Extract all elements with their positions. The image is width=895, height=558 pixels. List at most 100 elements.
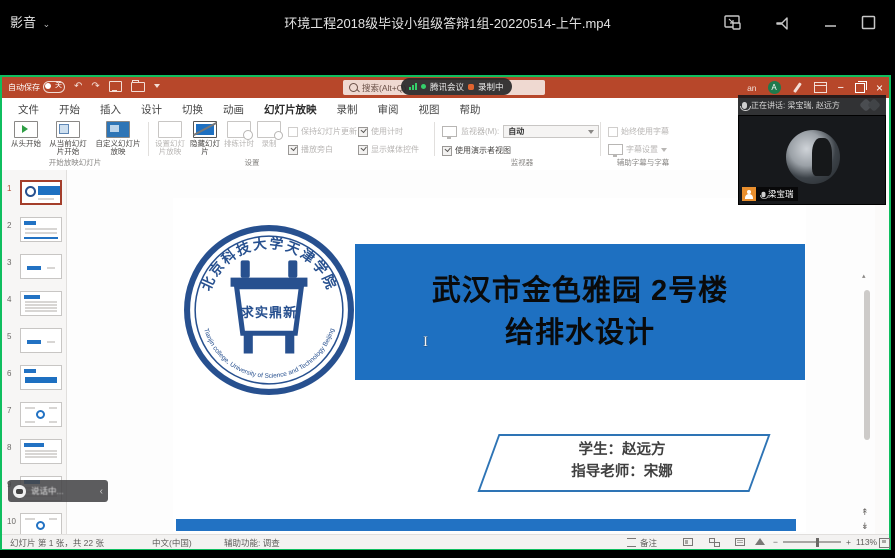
reading-view-button[interactable] [735,538,745,546]
zoom-in-button[interactable]: + [846,537,851,547]
slide-canvas[interactable]: 北京科技大学天津学院 Tianjin college, University o… [67,170,875,534]
fit-to-window-button[interactable] [879,538,890,548]
subtitle-settings-button[interactable]: 字幕设置 [608,144,667,155]
slide-thumbnail-7[interactable] [20,402,62,427]
customize-toolbar-icon[interactable] [154,84,160,88]
tab-insert[interactable]: 插入 [90,98,131,120]
maximize-window-button[interactable] [858,12,880,34]
speaking-text: 正在讲话: 梁宝瑞, 赵远方 [751,100,840,111]
checkbox-icon [358,145,368,155]
play-narrations-checkbox[interactable]: 播放旁白 [288,144,333,155]
minimize-window-button[interactable] [820,10,842,32]
from-current-slide-button[interactable]: 从当前幻灯片开始 [46,121,90,156]
monitor-select[interactable]: 监视器(M): 自动 [442,125,599,138]
text-cursor: I [423,334,428,351]
accessibility-status[interactable]: 辅助功能: 调查 [224,537,280,549]
monitor-dropdown[interactable]: 自动 [503,125,599,138]
show-media-controls-checkbox[interactable]: 显示媒体控件 [358,144,419,155]
meeting-app-logo [860,99,882,111]
user-avatar[interactable]: A [768,81,781,94]
slideshow-view-button[interactable] [755,538,765,545]
ppt-restore-button[interactable] [855,83,865,93]
group-label-monitors: 监视器 [482,157,562,168]
pin-on-top-button[interactable] [772,12,794,34]
slide-number: 1 [7,184,17,193]
ribbon-display-icon[interactable] [814,82,827,93]
chevron-left-icon[interactable]: ‹ [100,486,103,497]
ppt-minimize-button[interactable]: − [838,83,844,93]
svg-text:求实鼎新: 求实鼎新 [241,304,298,320]
tab-animations[interactable]: 动画 [213,98,254,120]
slide-1[interactable]: 北京科技大学天津学院 Tianjin college, University o… [173,198,806,532]
use-timings-checkbox[interactable]: 使用计时 [358,126,403,137]
tab-home[interactable]: 开始 [49,98,90,120]
presenter-view-checkbox[interactable]: 使用演示者视图 [442,145,511,156]
tab-slideshow[interactable]: 幻灯片放映 [254,98,327,120]
participant-video-tile[interactable]: 梁宝瑞 [738,115,886,205]
meeting-speaking-bar: 正在讲话: 梁宝瑞, 赵远方 [738,95,886,115]
scroll-up-icon[interactable]: ▴ [862,272,866,280]
hide-slide-button[interactable]: 隐藏幻灯片 [188,121,222,156]
floating-toast[interactable]: 说话中... ‹ [8,480,108,502]
save-icon[interactable] [109,81,122,92]
toast-avatar-icon [13,485,26,498]
next-slide-button[interactable]: ↡ [861,521,869,532]
autosave-toggle[interactable]: 自动保存 关 [8,81,65,93]
rehearse-clock-icon [227,121,251,138]
record-button[interactable]: 录制 [254,121,284,148]
zoom-slider[interactable] [783,541,841,543]
keep-slides-updated-checkbox[interactable]: 保持幻灯片更新 [288,126,357,137]
notes-button[interactable]: 备注 [640,537,657,549]
mini-player-button[interactable] [722,12,744,34]
checkbox-icon [442,146,452,156]
tab-view[interactable]: 视图 [409,98,450,120]
tab-help[interactable]: 帮助 [450,98,491,120]
undo-icon[interactable]: ↶ [74,81,82,92]
rehearse-timings-button[interactable]: 排练计时 [222,121,256,148]
custom-slideshow-button[interactable]: 自定义幻灯片放映 [94,121,142,156]
slide-thumbnail-4[interactable] [20,291,62,316]
slide-thumbnail-6[interactable] [20,365,62,390]
slide-sorter-view-button[interactable] [709,538,719,546]
media-player-bar: 影音 ⌄ 环境工程2018级毕设小组级答辩1组-20220514-上午.mp4 [0,0,895,50]
vertical-scrollbar[interactable]: ▴ ↟ ↡ [861,170,873,534]
slide-thumbnail-10[interactable] [20,513,62,534]
tab-review[interactable]: 审阅 [368,98,409,120]
tab-record[interactable]: 录制 [327,98,368,120]
tab-file[interactable]: 文件 [8,98,49,120]
online-dot-icon [421,84,426,89]
meeting-status-badge[interactable]: 腾讯会议 录制中 [401,78,512,95]
zoom-slider-thumb[interactable] [816,538,819,547]
ppt-close-button[interactable]: × [876,81,883,95]
slide-thumbnail-2[interactable] [20,217,62,242]
checkbox-icon [288,127,298,137]
autosave-label: 自动保存 [8,82,40,93]
slide-thumbnail-8[interactable] [20,439,62,464]
tab-design[interactable]: 设计 [131,98,172,120]
autosave-switch-icon: 关 [43,81,65,93]
host-icon [742,187,756,201]
slide-thumbnail-1[interactable] [20,180,62,205]
tab-transitions[interactable]: 切换 [172,98,213,120]
scrollbar-thumb[interactable] [864,290,870,440]
redo-icon[interactable]: ↷ [91,81,99,92]
slide-counter: 幻灯片 第 1 张，共 22 张 [10,537,104,549]
slide-thumbnail-5[interactable] [20,328,62,353]
slide-thumbnail-3[interactable] [20,254,62,279]
play-current-icon [56,121,80,138]
language-indicator[interactable]: 中文(中国) [152,537,192,549]
participant-name: 梁宝瑞 [768,188,794,200]
setup-slideshow-button[interactable]: 设置幻灯片放映 [152,121,188,156]
zoom-level[interactable]: 113% [856,537,877,547]
signal-icon [409,83,417,90]
play-from-start-icon [14,121,38,138]
zoom-out-button[interactable]: − [773,537,778,547]
from-beginning-button[interactable]: 从头开始 [4,121,48,148]
meeting-overlay[interactable]: 正在讲话: 梁宝瑞, 赵远方 梁宝瑞 [738,95,886,205]
ink-pen-icon[interactable] [792,82,803,93]
normal-view-button[interactable] [683,538,693,546]
open-folder-icon[interactable] [131,82,145,92]
previous-slide-button[interactable]: ↟ [861,507,869,518]
always-use-subtitles-checkbox[interactable]: 始终使用字幕 [608,126,669,137]
slide-title-box[interactable]: 武汉市金色雅园 2号楼 给排水设计 [355,244,805,380]
